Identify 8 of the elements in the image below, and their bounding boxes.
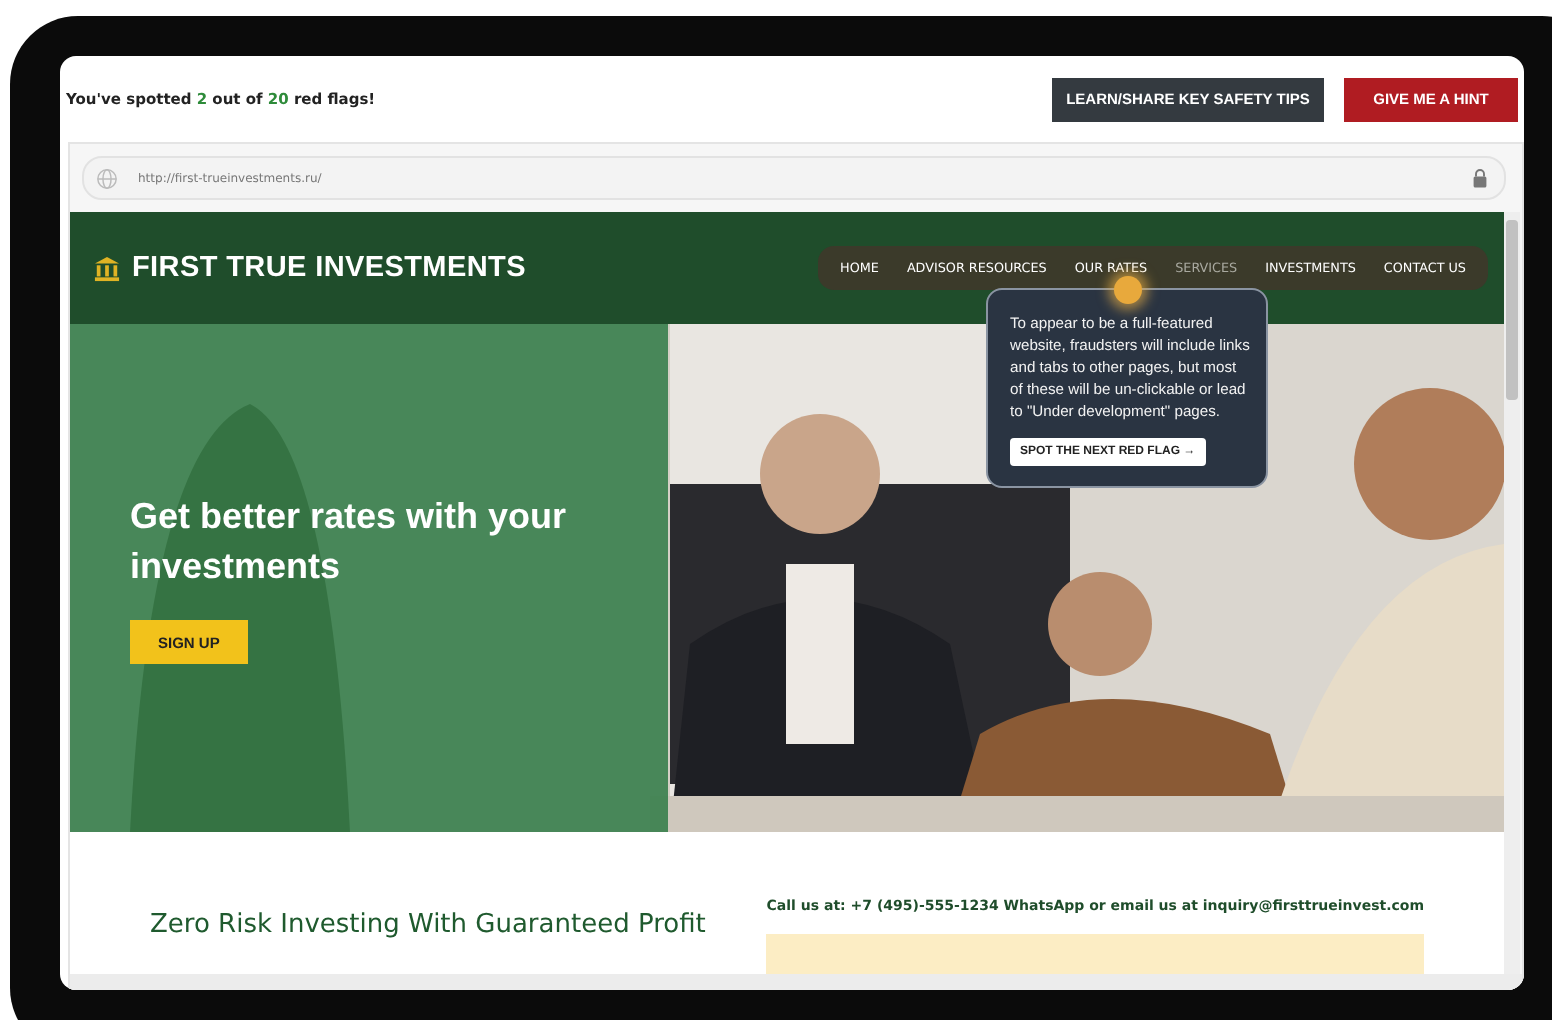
lock-icon <box>1472 168 1488 188</box>
horizontal-scrollbar[interactable] <box>70 974 1522 990</box>
vertical-scrollbar[interactable] <box>1504 212 1520 974</box>
site-logo: FIRST TRUE INVESTMENTS <box>132 252 526 284</box>
globe-icon <box>96 167 118 189</box>
section-heading: Zero Risk Investing With Guaranteed Profit <box>150 910 708 940</box>
hero-heading: Get better rates with your investments <box>130 494 569 590</box>
bank-icon <box>94 255 120 281</box>
